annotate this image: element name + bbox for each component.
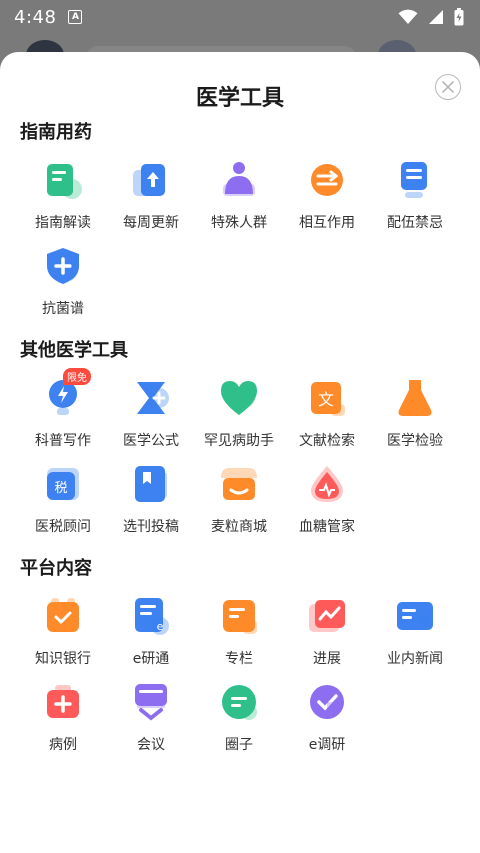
tool-label: 罕见病助手 [204,433,274,449]
tool-item[interactable]: 麦粒商城 [195,462,283,542]
tool-item[interactable]: 指南解读 [19,158,107,238]
section-title: 平台内容 [20,558,92,579]
rare-disease-heart-icon [217,376,261,420]
tool-label: 专栏 [225,651,253,667]
signal-icon [429,10,443,24]
tool-label: 文献检索 [299,433,355,449]
antibacterial-shield-icon [41,244,85,288]
status-indicators [398,8,464,26]
tool-item[interactable]: 罕见病助手 [195,376,283,456]
tool-label: e调研 [308,737,346,753]
guide-doc-icon [41,158,85,202]
weekly-update-icon [129,158,173,202]
tool-item[interactable]: 血糖管家 [283,462,371,542]
tool-item[interactable]: e e研通 [107,594,195,674]
tool-item[interactable]: 圈子 [195,680,283,760]
close-icon [442,81,454,93]
tool-item[interactable]: 每周更新 [107,158,195,238]
interaction-icon [305,158,349,202]
journal-submit-icon [129,462,173,506]
case-icon [41,680,85,724]
tool-label: 每周更新 [123,215,179,231]
tool-label: 抗菌谱 [42,301,84,317]
tool-item[interactable]: 税医税顾问 [19,462,107,542]
tool-item[interactable]: 业内新闻 [371,594,459,674]
tool-item[interactable]: 抗菌谱 [19,244,107,324]
tool-item[interactable]: 特殊人群 [195,158,283,238]
tool-item[interactable]: 病例 [19,680,107,760]
progress-chart-icon [305,594,349,638]
tool-item[interactable]: 知识银行 [19,594,107,674]
flask-icon [393,376,437,420]
tool-item[interactable]: 进展 [283,594,371,674]
section-title: 指南用药 [20,122,92,143]
meeting-icon [129,680,173,724]
tool-label: 麦粒商城 [211,519,267,535]
tool-label: 科普写作 [35,433,91,449]
tool-label: 知识银行 [35,651,91,667]
tool-item[interactable]: 医学公式 [107,376,195,456]
blood-sugar-icon [305,462,349,506]
news-icon [393,594,437,638]
tool-item[interactable]: 医学检验 [371,376,459,456]
compatibility-icon [393,158,437,202]
tool-label: 特殊人群 [211,215,267,231]
special-group-icon [217,158,261,202]
column-icon [217,594,261,638]
formula-icon [129,376,173,420]
tool-label: 血糖管家 [299,519,355,535]
literature-search-icon: 文 [305,376,349,420]
tool-label: 会议 [137,737,165,753]
tool-label: 进展 [313,651,341,667]
tool-item[interactable]: 相互作用 [283,158,371,238]
tool-label: 医学公式 [123,433,179,449]
shop-icon [217,462,261,506]
tool-item[interactable]: 配伍禁忌 [371,158,459,238]
tool-label: 选刊投稿 [123,519,179,535]
circle-chat-icon [217,680,261,724]
tool-label: 指南解读 [35,215,91,231]
tool-item[interactable]: 专栏 [195,594,283,674]
tool-label: 病例 [49,737,77,753]
a-letter-icon: A [68,10,83,24]
e-survey-icon [305,680,349,724]
status-time: 4:48 [14,6,57,28]
knowledge-bank-icon [41,594,85,638]
lightbulb-icon: 限免 [41,368,91,420]
section-title: 其他医学工具 [20,340,128,361]
battery-icon [454,8,464,26]
tax-icon: 税 [41,462,85,506]
tool-label: 相互作用 [299,215,355,231]
tool-label: 医学检验 [387,433,443,449]
wifi-icon [398,9,418,24]
svg-text:税: 税 [54,481,67,496]
status-bar: 4:48 A [0,0,480,34]
tool-item[interactable]: 文文献检索 [283,376,371,456]
tool-item[interactable]: 限免科普写作 [19,368,107,456]
tool-item[interactable]: 会议 [107,680,195,760]
svg-text:e: e [157,620,164,633]
tool-label: 圈子 [225,737,253,753]
tools-sheet: 医学工具 指南用药指南解读 每周更新 特殊人群 相互作用 配伍禁忌抗菌谱其他医学工具限免… [0,52,480,853]
e-research-icon: e [129,594,173,638]
tool-item[interactable]: e调研 [283,680,371,760]
tool-label: 业内新闻 [387,651,443,667]
limited-free-badge: 限免 [63,368,91,385]
tool-label: 配伍禁忌 [387,215,443,231]
tool-label: 医税顾问 [35,519,91,535]
sheet-title: 医学工具 [195,86,284,111]
tool-label: e研通 [132,651,170,667]
tool-item[interactable]: 选刊投稿 [107,462,195,542]
close-button[interactable] [435,74,461,100]
